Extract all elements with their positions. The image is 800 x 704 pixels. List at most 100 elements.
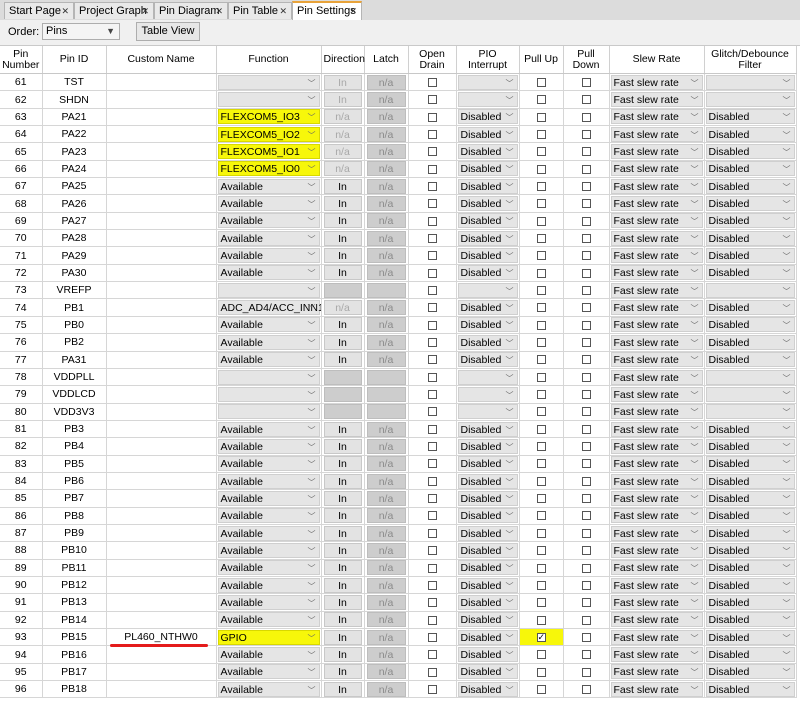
direction-dropdown[interactable]: In [323,594,362,610]
glitch-filter-dropdown[interactable]: Disabled ﹀ [705,560,795,576]
glitch-filter-dropdown[interactable]: Disabled ﹀ [705,647,795,663]
table-row[interactable]: 89 PB11 Available ﹀ In n/a Disabled ﹀ Fast slew … [0,559,797,577]
pio-interrupt-dropdown[interactable]: Disabled ﹀ [457,594,518,610]
slew-rate-dropdown[interactable]: Fast slew rate ﹀ [610,126,703,142]
function-dropdown[interactable]: Available ﹀ [217,542,320,558]
function-dropdown[interactable]: ﹀ [217,282,320,298]
open-drain-checkbox[interactable] [427,684,437,694]
glitch-filter-dropdown[interactable]: Disabled ﹀ [705,317,795,333]
direction-dropdown[interactable]: In [323,317,362,333]
tab-pin-settings[interactable]: Pin Settings ✕ [292,1,362,20]
function-dropdown[interactable]: Available ﹀ [217,473,320,489]
pio-interrupt-dropdown[interactable]: Disabled ﹀ [457,525,518,541]
glitch-filter-dropdown[interactable]: Disabled ﹀ [705,594,795,610]
slew-rate-dropdown[interactable]: Fast slew rate ﹀ [610,334,703,350]
glitch-filter-dropdown[interactable]: Disabled ﹀ [705,352,795,368]
open-drain-checkbox[interactable] [427,268,437,278]
pull-up-checkbox[interactable] [536,459,546,469]
pio-interrupt-dropdown[interactable]: Disabled ﹀ [457,126,518,142]
glitch-filter-dropdown[interactable]: ﹀ [705,386,795,402]
slew-rate-dropdown[interactable]: Fast slew rate ﹀ [610,230,703,246]
table-row[interactable]: 82 PB4 Available ﹀ In n/a Disabled ﹀ Fast slew r… [0,437,797,456]
glitch-filter-dropdown[interactable]: Disabled ﹀ [705,577,795,593]
slew-rate-dropdown[interactable]: Fast slew rate ﹀ [610,473,703,489]
slew-rate-dropdown[interactable]: Fast slew rate ﹀ [610,421,703,437]
direction-dropdown[interactable]: In [323,196,362,212]
table-row[interactable]: 74 PB1 ADC_AD4/ACC_INN1 ﹀ n/a n/a Disabled ﹀ Fas… [0,298,797,317]
function-dropdown[interactable]: Available ﹀ [217,490,320,506]
direction-dropdown[interactable]: In [323,421,362,437]
function-dropdown[interactable]: Available ﹀ [217,196,320,212]
pull-down-checkbox[interactable] [581,459,591,469]
table-row[interactable]: 88 PB10 Available ﹀ In n/a Disabled ﹀ Fast slew … [0,541,797,560]
table-row[interactable]: 71 PA29 Available ﹀ In n/a Disabled ﹀ Fast slew … [0,246,797,265]
pull-down-checkbox[interactable] [581,286,591,296]
function-dropdown[interactable]: Available ﹀ [217,508,320,524]
pio-interrupt-dropdown[interactable]: Disabled ﹀ [457,109,518,125]
pull-down-checkbox[interactable] [581,563,591,573]
pio-interrupt-dropdown[interactable]: Disabled ﹀ [457,577,518,593]
function-dropdown[interactable]: FLEXCOM5_IO2 ﹀ [217,126,320,142]
open-drain-checkbox[interactable] [427,77,437,87]
pio-interrupt-dropdown[interactable]: ﹀ [457,386,518,402]
pull-up-checkbox[interactable] [536,233,546,243]
header-custom-name[interactable]: Custom Name [106,46,217,74]
pull-up-checkbox[interactable] [536,528,546,538]
pull-up-checkbox[interactable] [536,147,546,157]
pull-down-checkbox[interactable] [581,580,591,590]
pio-interrupt-dropdown[interactable]: Disabled ﹀ [457,681,518,697]
open-drain-checkbox[interactable] [427,667,437,677]
function-dropdown[interactable]: Available ﹀ [217,178,320,194]
pull-down-checkbox[interactable] [581,615,591,625]
table-row[interactable]: 95 PB17 Available ﹀ In n/a Disabled ﹀ Fast slew … [0,663,797,682]
pull-down-checkbox[interactable] [581,667,591,677]
pull-up-checkbox[interactable] [536,303,546,313]
pio-interrupt-dropdown[interactable]: Disabled ﹀ [457,542,518,558]
table-view-button[interactable]: Table View [136,22,200,41]
function-dropdown[interactable]: Available ﹀ [217,456,320,472]
function-dropdown[interactable]: GPIO ﹀ [217,629,320,645]
open-drain-checkbox[interactable] [427,459,437,469]
table-row[interactable]: 96 PB18 Available ﹀ In n/a Disabled ﹀ Fast slew … [0,680,797,699]
pio-interrupt-dropdown[interactable]: Disabled ﹀ [457,629,518,645]
pull-up-checkbox[interactable] [536,563,546,573]
glitch-filter-dropdown[interactable]: Disabled ﹀ [705,300,795,316]
pio-interrupt-dropdown[interactable]: Disabled ﹀ [457,230,518,246]
open-drain-checkbox[interactable] [427,598,437,608]
open-drain-checkbox[interactable] [427,442,437,452]
pull-down-checkbox[interactable] [581,407,591,417]
direction-dropdown[interactable]: In [323,490,362,506]
glitch-filter-dropdown[interactable]: Disabled ﹀ [705,525,795,541]
table-row[interactable]: 63 PA21 FLEXCOM5_IO3 ﹀ n/a n/a Disabled ﹀ Fast s… [0,108,797,127]
pio-interrupt-dropdown[interactable]: Disabled ﹀ [457,178,518,194]
slew-rate-dropdown[interactable]: Fast slew rate ﹀ [610,369,703,385]
open-drain-checkbox[interactable] [427,216,437,226]
glitch-filter-dropdown[interactable]: Disabled ﹀ [705,230,795,246]
direction-dropdown[interactable]: In [323,265,362,281]
function-dropdown[interactable]: FLEXCOM5_IO3 ﹀ [217,109,320,125]
function-dropdown[interactable]: ﹀ [217,92,320,108]
table-row[interactable]: 76 PB2 Available ﹀ In n/a Disabled ﹀ Fast slew r… [0,333,797,352]
function-dropdown[interactable]: ﹀ [217,369,320,385]
slew-rate-dropdown[interactable]: Fast slew rate ﹀ [610,109,703,125]
open-drain-checkbox[interactable] [427,164,437,174]
direction-dropdown[interactable]: In [323,178,362,194]
glitch-filter-dropdown[interactable]: Disabled ﹀ [705,178,795,194]
glitch-filter-dropdown[interactable]: Disabled ﹀ [705,421,795,437]
pull-up-checkbox[interactable] [536,251,546,261]
pull-up-checkbox[interactable] [536,286,546,296]
open-drain-checkbox[interactable] [427,199,437,209]
function-dropdown[interactable]: Available ﹀ [217,421,320,437]
open-drain-checkbox[interactable] [427,372,437,382]
pull-up-checkbox[interactable] [536,615,546,625]
table-row[interactable]: 79 VDDLCD ﹀ ﹀ Fast slew rate ﹀ ﹀ [0,385,797,404]
table-row[interactable]: 85 PB7 Available ﹀ In n/a Disabled ﹀ Fast slew r… [0,489,797,508]
pull-up-checkbox[interactable] [536,650,546,660]
pio-interrupt-dropdown[interactable]: Disabled ﹀ [457,612,518,628]
glitch-filter-dropdown[interactable]: Disabled ﹀ [705,664,795,680]
function-dropdown[interactable]: Available ﹀ [217,230,320,246]
pio-interrupt-dropdown[interactable]: Disabled ﹀ [457,560,518,576]
table-row[interactable]: 90 PB12 Available ﹀ In n/a Disabled ﹀ Fast slew … [0,576,797,595]
direction-dropdown[interactable]: In [323,334,362,350]
pull-down-checkbox[interactable] [581,494,591,504]
